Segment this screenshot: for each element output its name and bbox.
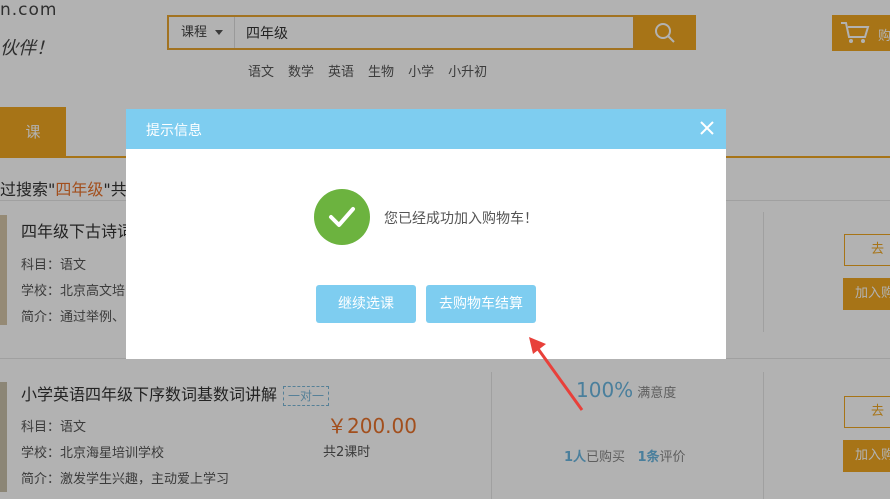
- red-arrow-annotation: [529, 337, 584, 411]
- continue-shopping-button[interactable]: 继续选课: [316, 285, 416, 323]
- go-to-cart-checkout-button[interactable]: 去购物车结算: [426, 285, 536, 323]
- dialog-title: 提示信息: [146, 123, 202, 139]
- success-icon: [314, 189, 370, 245]
- notice-dialog: 提示信息 您已经成功加入购物车！ 继续选课 去购物车结算: [126, 109, 726, 359]
- dialog-header: 提示信息: [126, 109, 726, 149]
- checkmark-icon: [329, 207, 355, 227]
- dialog-message: 您已经成功加入购物车！: [384, 211, 538, 227]
- close-button[interactable]: [696, 117, 718, 139]
- close-icon: [700, 121, 714, 135]
